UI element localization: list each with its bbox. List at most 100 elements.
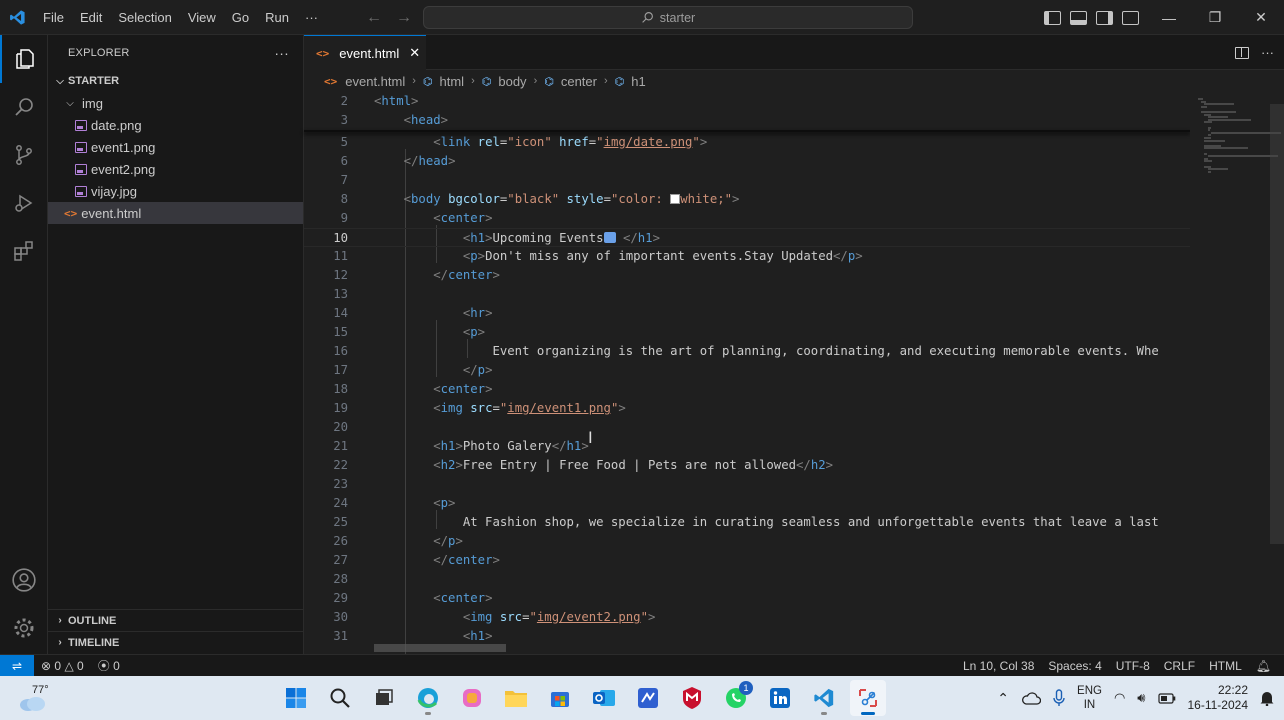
weather-widget[interactable]: 77° [18, 682, 58, 716]
code-line[interactable]: 14 <hr> [304, 304, 1190, 323]
vertical-scrollbar[interactable] [1270, 104, 1284, 544]
remote-indicator-icon[interactable]: ⇌ [0, 655, 34, 676]
code-line[interactable]: 15 <p> [304, 323, 1190, 342]
code-line[interactable]: 23 [304, 475, 1190, 494]
code-line[interactable]: 2 <html> [304, 92, 1190, 111]
command-center-search[interactable]: starter [423, 6, 913, 29]
folder-img[interactable]: ⌵ img [48, 92, 303, 114]
linkedin-icon[interactable] [762, 680, 798, 716]
search-icon[interactable] [322, 680, 358, 716]
cursor-position[interactable]: Ln 10, Col 38 [956, 659, 1041, 673]
code-line[interactable]: 7 [304, 171, 1190, 190]
code-line[interactable]: 25 At Fashion shop, we specialize in cur… [304, 513, 1190, 532]
breadcrumb-item[interactable]: event.html [345, 74, 405, 89]
code-line[interactable]: 11 <p>Don't miss any of important events… [304, 247, 1190, 266]
task-view-icon[interactable] [366, 680, 402, 716]
explorer-icon[interactable] [0, 35, 48, 83]
menu-run[interactable]: Run [257, 0, 297, 35]
back-arrow-icon[interactable]: ← [366, 9, 382, 27]
menu-selection[interactable]: Selection [110, 0, 179, 35]
accounts-icon[interactable] [0, 556, 48, 604]
code-line[interactable]: 19 <img src="img/event1.png"> [304, 399, 1190, 418]
customize-layout-icon[interactable] [1122, 10, 1139, 25]
show-hidden-icons-chevron-up-icon[interactable]: ⌃ [997, 690, 1009, 707]
menu-view[interactable]: View [180, 0, 224, 35]
toggle-primary-sidebar-icon[interactable] [1044, 10, 1061, 25]
volume-icon[interactable]: 🔊︎ [1137, 690, 1145, 706]
code-line[interactable]: 29 <center> [304, 589, 1190, 608]
microsoft-store-icon[interactable] [542, 680, 578, 716]
outline-section[interactable]: › OUTLINE [48, 609, 304, 631]
minimize-icon[interactable]: — [1146, 0, 1192, 35]
onedrive-cloud-icon[interactable] [1021, 691, 1042, 705]
timeline-section[interactable]: › TIMELINE [48, 631, 304, 653]
restore-icon[interactable]: ❐ [1192, 0, 1238, 35]
menu-edit[interactable]: Edit [72, 0, 110, 35]
copilot-icon[interactable] [454, 680, 490, 716]
wifi-icon[interactable]: ◠ [1114, 690, 1125, 706]
code-line[interactable]: 24 <p> [304, 494, 1190, 513]
code-line[interactable]: 20 [304, 418, 1190, 437]
edge-browser-icon[interactable] [410, 680, 446, 716]
more-actions-icon[interactable]: ··· [1261, 45, 1274, 60]
toggle-secondary-sidebar-icon[interactable] [1096, 10, 1113, 25]
battery-icon[interactable] [1157, 692, 1176, 704]
outlook-icon[interactable] [586, 680, 622, 716]
split-editor-icon[interactable] [1235, 46, 1249, 59]
file-item[interactable]: vijay.jpg [48, 180, 303, 202]
file-explorer-icon[interactable] [498, 680, 534, 716]
code-line[interactable]: 27 </center> [304, 551, 1190, 570]
breadcrumb-item[interactable]: h1 [631, 74, 645, 89]
code-line[interactable]: 18 <center> [304, 380, 1190, 399]
breadcrumb-item[interactable]: body [498, 74, 526, 89]
code-line[interactable]: 16 Event organizing is the art of planni… [304, 342, 1190, 361]
problems-indicator[interactable]: ⊗ 0 △ 0 [34, 659, 91, 673]
snipping-tool-icon[interactable] [850, 680, 886, 716]
windows-start-icon[interactable] [278, 680, 314, 716]
close-window-icon[interactable]: ✕ [1238, 0, 1284, 35]
menu-more[interactable]: ··· [297, 0, 326, 35]
code-line[interactable]: 3 <head> [304, 111, 1190, 130]
extensions-icon[interactable] [0, 227, 48, 275]
encoding[interactable]: UTF-8 [1109, 659, 1157, 673]
code-line[interactable]: 26 </p> [304, 532, 1190, 551]
toggle-panel-icon[interactable] [1070, 10, 1087, 25]
code-line[interactable]: 5 <link rel="icon" href="img/date.png"> [304, 133, 1190, 152]
code-line[interactable]: 12 </center> [304, 266, 1190, 285]
clock[interactable]: 22:22 16-11-2024 [1188, 683, 1249, 713]
code-line[interactable]: 9 <center> [304, 209, 1190, 228]
vscode-taskbar-icon[interactable] [806, 680, 842, 716]
code-line[interactable]: 21 <h1>Photo Galery</h1> [304, 437, 1190, 456]
indentation[interactable]: Spaces: 4 [1041, 659, 1108, 673]
ports-indicator[interactable]: ⦿ 0 [91, 657, 127, 674]
visual-studio-icon[interactable] [630, 680, 666, 716]
whatsapp-icon[interactable]: 1 [718, 680, 754, 716]
mcafee-icon[interactable] [674, 680, 710, 716]
notification-bell-icon[interactable] [1260, 690, 1274, 706]
code-line[interactable]: 8 <body bgcolor="black" style="color: wh… [304, 190, 1190, 209]
code-line[interactable]: 30 <img src="img/event2.png"> [304, 608, 1190, 627]
breadcrumb-item[interactable]: html [440, 74, 465, 89]
language-indicator[interactable]: ENG IN [1077, 684, 1102, 712]
end-of-line[interactable]: CRLF [1157, 659, 1202, 673]
explorer-more-actions[interactable]: ··· [274, 45, 289, 61]
tab-close-icon[interactable]: ✕ [409, 45, 420, 61]
workspace-root[interactable]: ⌵ STARTER [48, 70, 303, 92]
forward-arrow-icon[interactable]: → [396, 9, 412, 27]
code-editor[interactable]: 2 <html> 3 <head> 5 <link rel="icon" href="… [304, 92, 1190, 654]
horizontal-scrollbar[interactable] [374, 644, 506, 652]
menu-go[interactable]: Go [224, 0, 257, 35]
settings-gear-icon[interactable] [0, 604, 48, 652]
file-item[interactable]: event1.png [48, 136, 303, 158]
code-line[interactable]: 6 </head> [304, 152, 1190, 171]
menu-file[interactable]: File [35, 0, 72, 35]
file-item[interactable]: date.png [48, 114, 303, 136]
microphone-icon[interactable] [1053, 689, 1065, 707]
code-line-current[interactable]: 10 <h1>Upcoming Events </h1> [304, 228, 1190, 247]
code-line[interactable]: 22 <h2>Free Entry | Free Food | Pets are… [304, 456, 1190, 475]
code-line[interactable]: 13 [304, 285, 1190, 304]
search-icon[interactable] [0, 83, 48, 131]
run-debug-icon[interactable] [0, 179, 48, 227]
code-line[interactable]: 17 </p> [304, 361, 1190, 380]
notifications-bell-icon[interactable]: 🔔︎ [1249, 659, 1278, 673]
